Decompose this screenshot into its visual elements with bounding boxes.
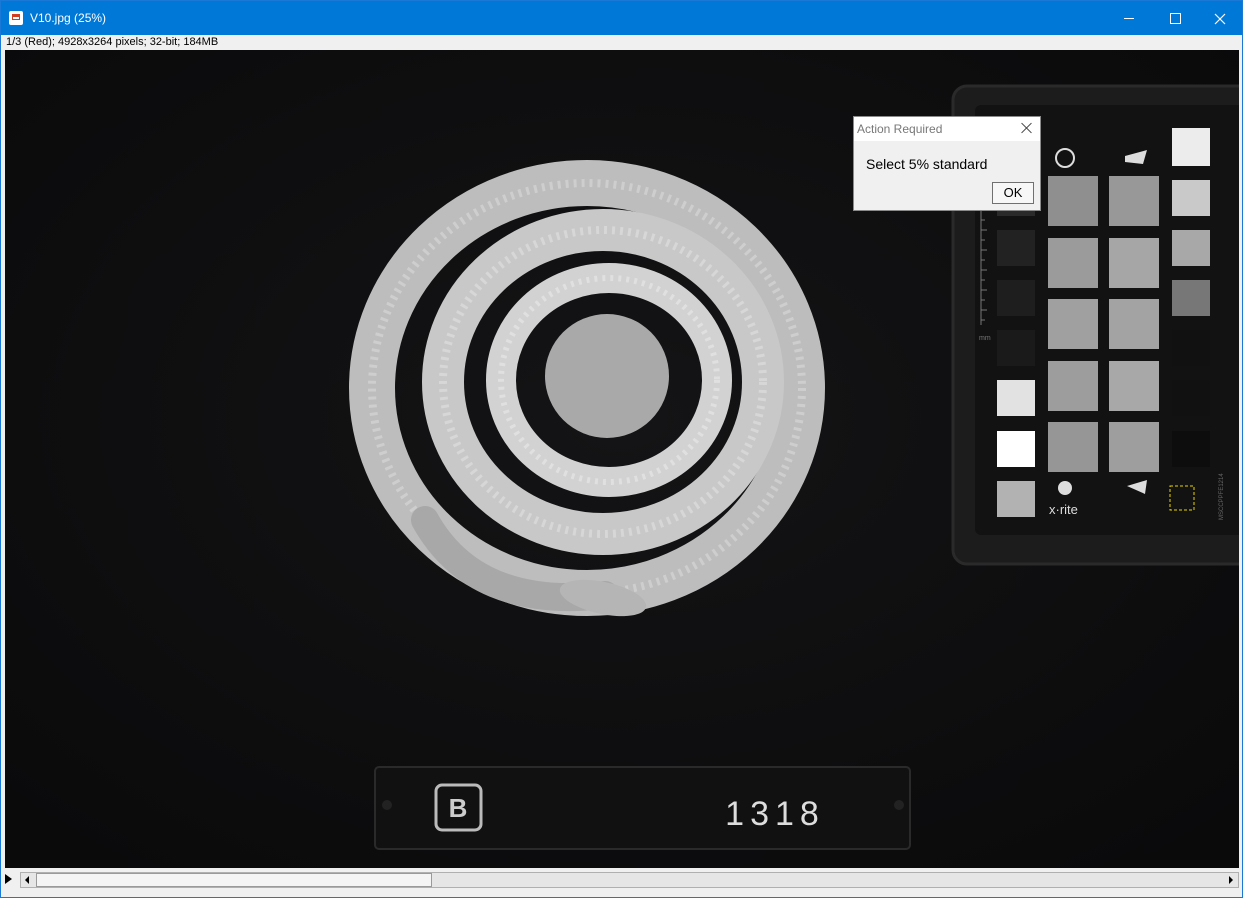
xrite-logo-text: x·rite xyxy=(1049,502,1078,517)
image-canvas[interactable]: mm x·rite MSCCPPFE1214 B 1318 xyxy=(5,50,1239,868)
window-title: V10.jpg (25%) xyxy=(30,11,107,25)
dialog-title: Action Required xyxy=(857,122,943,136)
specimen-number: 1318 xyxy=(725,795,825,833)
horizontal-scrollbar[interactable] xyxy=(20,872,1239,888)
chart-serial: MSCCPPFE1214 xyxy=(1219,473,1225,520)
shade-icon xyxy=(1058,481,1072,495)
dialog-message: Select 5% standard xyxy=(866,156,988,172)
minimize-button[interactable] xyxy=(1106,1,1152,35)
scroll-left-icon[interactable] xyxy=(21,873,35,887)
java-app-icon xyxy=(9,11,23,25)
maximize-icon xyxy=(1169,13,1181,24)
gray-standard-disc xyxy=(545,314,669,438)
play-animation-icon[interactable] xyxy=(5,874,12,884)
scrollbar-thumb[interactable] xyxy=(36,873,432,887)
specimen-plate: B 1318 xyxy=(374,766,911,850)
ruler-unit: mm xyxy=(979,335,991,342)
title-bar[interactable]: V10.jpg (25%) xyxy=(1,1,1242,35)
scroll-right-icon[interactable] xyxy=(1224,873,1238,887)
image-info-status: 1/3 (Red); 4928x3264 pixels; 32-bit; 184… xyxy=(6,36,219,48)
ok-button[interactable]: OK xyxy=(992,182,1034,204)
scrollbar-row xyxy=(1,870,1242,890)
specimen-photo: mm x·rite MSCCPPFE1214 B 1318 xyxy=(5,50,1239,868)
dialog-close-icon[interactable] xyxy=(1020,121,1034,135)
close-icon xyxy=(1214,13,1226,24)
maximize-button[interactable] xyxy=(1152,1,1198,35)
action-required-dialog: Action Required Select 5% standard OK xyxy=(853,116,1041,211)
close-button[interactable] xyxy=(1197,1,1243,35)
dialog-title-bar[interactable]: Action Required xyxy=(854,117,1040,141)
minimize-icon xyxy=(1124,18,1134,19)
image-window: V10.jpg (25%) 1/3 (Red); 4928x3264 pixel… xyxy=(0,0,1243,898)
plate-logo-letter: B xyxy=(449,793,468,823)
